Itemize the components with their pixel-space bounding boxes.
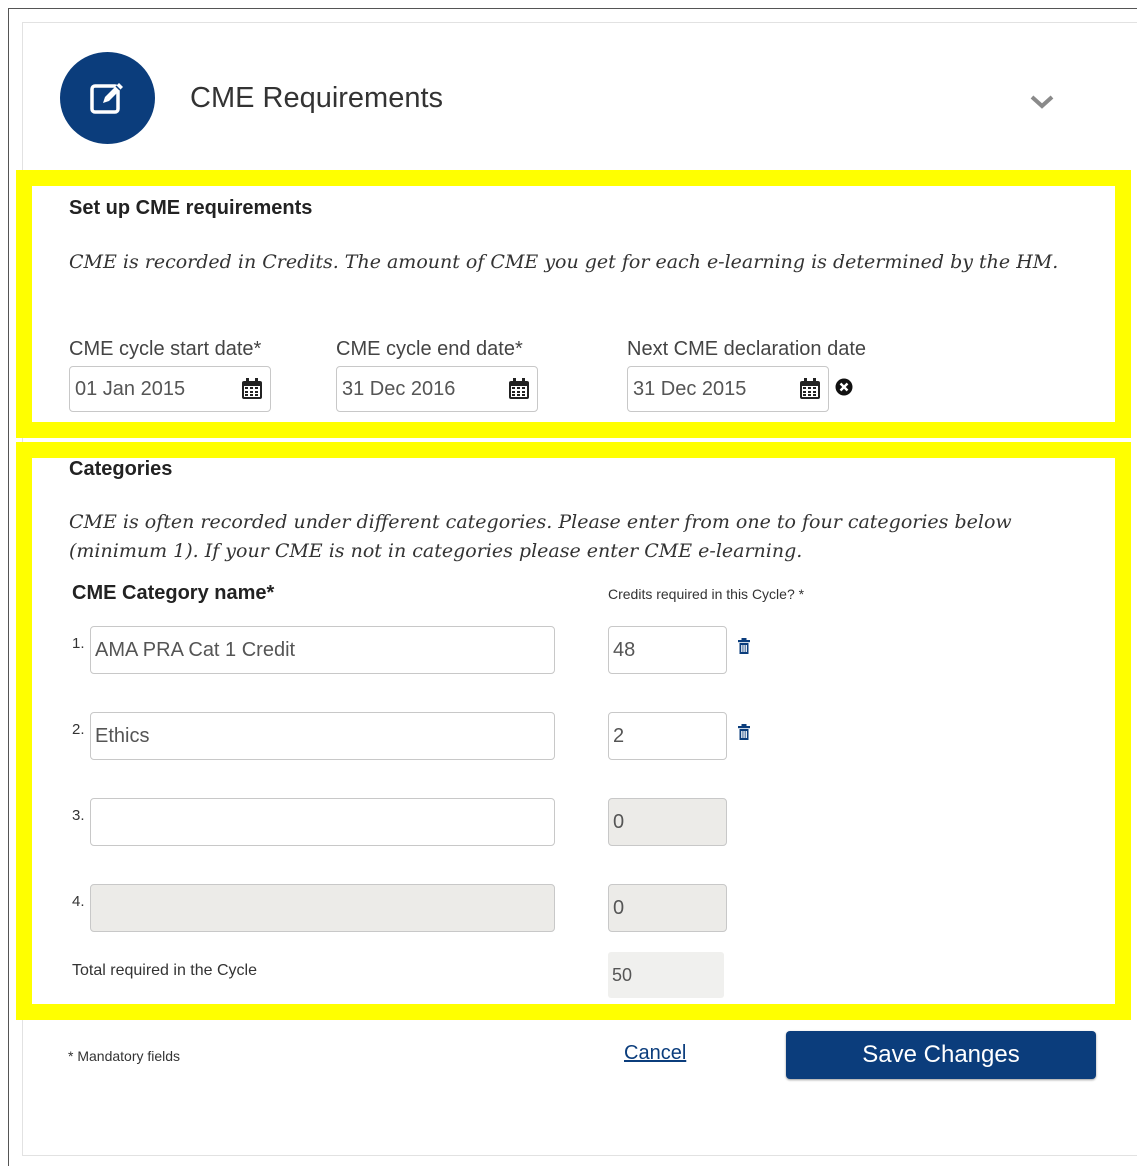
category-name-value: Ethics xyxy=(95,724,150,747)
category-name-input[interactable]: Ethics xyxy=(90,712,555,760)
trash-icon[interactable] xyxy=(737,724,751,740)
start-date-field[interactable]: 01 Jan 2015 xyxy=(69,366,271,412)
edit-icon xyxy=(60,52,155,144)
end-date-field[interactable]: 31 Dec 2016 xyxy=(336,366,538,412)
credits-value: 2 xyxy=(613,724,625,747)
save-changes-button[interactable]: Save Changes xyxy=(786,1031,1096,1079)
trash-icon[interactable] xyxy=(737,638,751,654)
calendar-icon[interactable] xyxy=(798,377,822,401)
categories-intro-text: CME is often recorded under different ca… xyxy=(69,511,1012,562)
clear-date-icon[interactable] xyxy=(835,378,853,396)
calendar-icon[interactable] xyxy=(240,377,264,401)
credits-input[interactable]: 48 xyxy=(608,626,727,674)
credits-input[interactable]: 0 xyxy=(608,798,727,846)
cancel-link[interactable]: Cancel xyxy=(624,1042,686,1065)
declaration-date-field[interactable]: 31 Dec 2015 xyxy=(627,366,829,412)
credits-input[interactable]: 2 xyxy=(608,712,727,760)
category-name-input[interactable]: AMA PRA Cat 1 Credit xyxy=(90,626,555,674)
end-date-label: CME cycle end date* xyxy=(336,338,523,360)
mandatory-note: * Mandatory fields xyxy=(68,1048,181,1064)
declaration-date-label: Next CME declaration date xyxy=(627,338,867,360)
category-name-header: CME Category name* xyxy=(72,582,275,604)
row-number: 4. xyxy=(72,893,85,910)
setup-intro-text: CME is recorded in Credits. The amount o… xyxy=(69,251,1059,273)
page-title: CME Requirements xyxy=(190,82,444,114)
category-name-input xyxy=(90,884,555,932)
setup-section-title: Set up CME requirements xyxy=(69,197,313,219)
total-field: 50 xyxy=(608,952,724,998)
credits-value: 0 xyxy=(613,896,625,919)
row-number: 3. xyxy=(72,807,85,824)
category-name-value: AMA PRA Cat 1 Credit xyxy=(95,638,296,661)
category-name-input[interactable] xyxy=(90,798,555,846)
credits-value: 48 xyxy=(613,638,636,661)
start-date-value: 01 Jan 2015 xyxy=(75,377,186,400)
credits-header: Credits required in this Cycle? * xyxy=(608,586,805,602)
row-number: 1. xyxy=(72,635,85,652)
declaration-date-value: 31 Dec 2015 xyxy=(633,377,747,400)
credits-value: 0 xyxy=(613,810,625,833)
categories-section-title: Categories xyxy=(69,458,173,480)
total-label: Total required in the Cycle xyxy=(72,962,257,979)
chevron-down-icon[interactable] xyxy=(1030,94,1054,115)
credits-input[interactable]: 0 xyxy=(608,884,727,932)
end-date-value: 31 Dec 2016 xyxy=(342,377,456,400)
total-value: 50 xyxy=(612,964,633,985)
start-date-label: CME cycle start date* xyxy=(69,338,262,360)
row-number: 2. xyxy=(72,721,85,738)
calendar-icon[interactable] xyxy=(507,377,531,401)
